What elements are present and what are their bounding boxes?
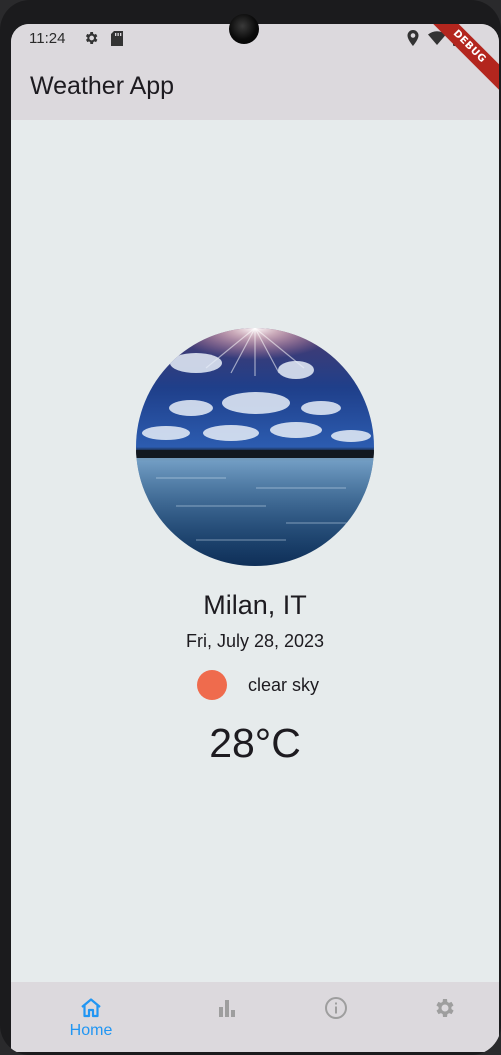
home-icon bbox=[81, 998, 101, 1018]
bar-chart-icon bbox=[219, 1000, 235, 1017]
nav-item-settings[interactable] bbox=[383, 982, 499, 1052]
bottom-navigation: Home bbox=[11, 982, 499, 1052]
app-title: Weather App bbox=[30, 72, 175, 100]
temperature: 28°C bbox=[209, 720, 301, 766]
weather-content: Milan, IT Fri, July 28, 2023 clear sky 2… bbox=[11, 120, 499, 982]
condition-row: clear sky bbox=[11, 668, 499, 702]
weather-photo bbox=[136, 328, 374, 566]
sd-card-icon bbox=[111, 31, 123, 46]
condition-text: clear sky bbox=[248, 675, 320, 695]
nav-item-home[interactable]: Home bbox=[30, 982, 152, 1052]
front-camera bbox=[229, 14, 259, 44]
nav-item-stats[interactable] bbox=[166, 982, 288, 1052]
device-frame: 11:24 Weather App DEBUG Milan, IT Fri, J… bbox=[0, 0, 501, 1055]
nav-label-home: Home bbox=[69, 1022, 113, 1039]
weather-condition-icon bbox=[197, 670, 227, 700]
city-name: Milan, IT bbox=[203, 590, 307, 620]
gear-icon bbox=[85, 32, 98, 44]
info-icon bbox=[325, 997, 347, 1019]
status-time: 11:24 bbox=[29, 30, 66, 47]
location-icon bbox=[407, 30, 419, 46]
settings-icon bbox=[436, 999, 454, 1017]
current-date: Fri, July 28, 2023 bbox=[185, 631, 325, 651]
app-screen: 11:24 Weather App DEBUG Milan, IT Fri, J… bbox=[11, 24, 499, 1052]
app-bar: Weather App bbox=[11, 54, 499, 120]
nav-item-info[interactable] bbox=[275, 982, 397, 1052]
